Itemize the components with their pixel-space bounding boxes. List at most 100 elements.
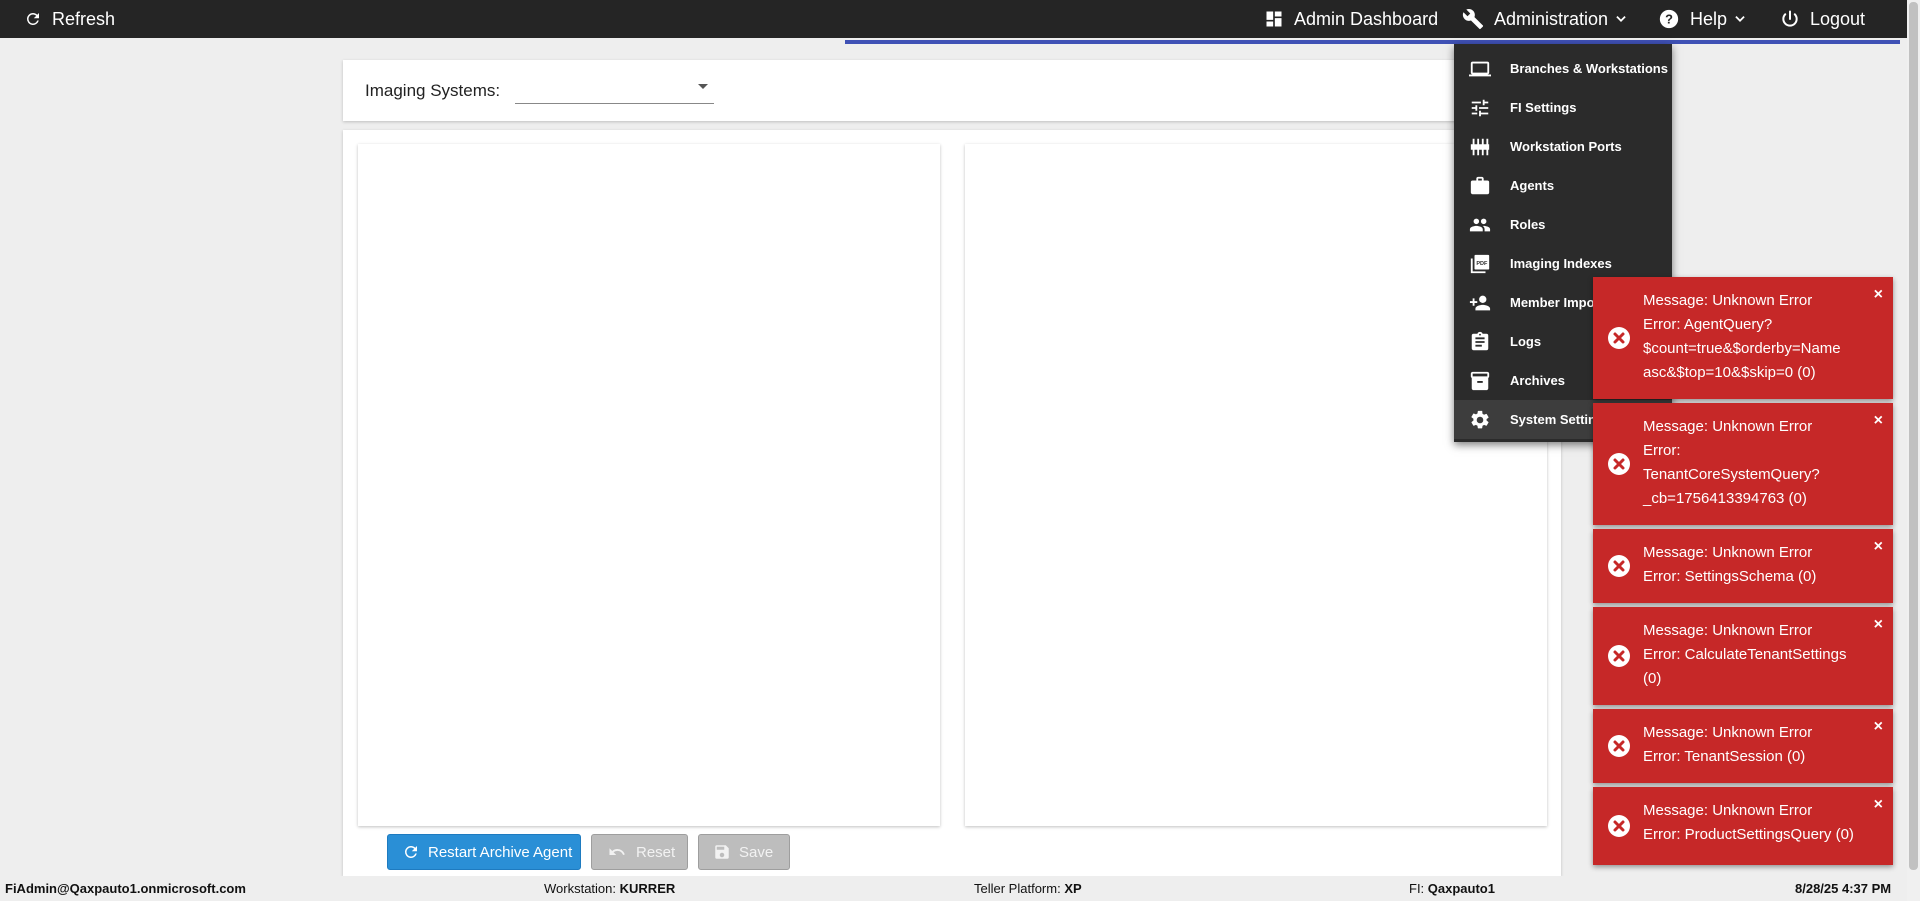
close-icon[interactable]: × — [1874, 719, 1883, 735]
toast-message: Message: Unknown Error Error: AgentQuery… — [1643, 292, 1841, 381]
imaging-systems-card: Imaging Systems: — [343, 60, 1561, 121]
menu-item-label: Workstation Ports — [1510, 139, 1622, 154]
error-icon — [1608, 327, 1630, 349]
error-toast: Message: Unknown Error Error: CalculateT… — [1593, 607, 1893, 705]
save-button[interactable]: Save — [698, 834, 790, 870]
toast-message: Message: Unknown Error Error: CalculateT… — [1643, 622, 1847, 687]
left-settings-panel — [358, 144, 940, 826]
administration-menu-button[interactable]: Administration — [1462, 0, 1628, 38]
refresh-label: Refresh — [52, 8, 116, 29]
dashboard-icon — [1266, 11, 1282, 27]
datetime-value: 8/28/25 4:37 PM — [1795, 881, 1892, 896]
error-toast: Message: Unknown Error Error: TenantCore… — [1593, 403, 1893, 525]
administration-label: Administration — [1494, 8, 1609, 29]
wrench-icon — [1462, 9, 1484, 30]
vertical-scrollbar[interactable] — [1907, 0, 1920, 901]
ports-icon — [1468, 135, 1492, 159]
undo-icon — [609, 848, 625, 855]
power-icon — [1782, 10, 1798, 27]
status-user: FiAdmin@Qaxpauto1.onmicrosoft.com — [5, 881, 246, 896]
help-icon: ? — [1659, 9, 1679, 29]
menu-item-agents[interactable]: Agents — [1454, 166, 1672, 205]
archive-icon — [1468, 369, 1492, 393]
close-icon[interactable]: × — [1874, 797, 1883, 813]
people-icon — [1468, 213, 1492, 237]
menu-item-label: Agents — [1510, 178, 1555, 193]
status-workstation: Workstation: KURRER — [544, 881, 675, 896]
status-datetime: 8/28/25 4:37 PM — [1795, 881, 1891, 896]
error-toast: Message: Unknown Error Error: SettingsSc… — [1593, 529, 1893, 603]
status-bar: FiAdmin@Qaxpauto1.onmicrosoft.com Workst… — [0, 876, 1920, 901]
error-icon — [1608, 555, 1630, 577]
tune-icon — [1468, 96, 1492, 120]
menu-item-label: Imaging Indexes — [1510, 256, 1612, 271]
menu-item-label: Archives — [1510, 373, 1565, 388]
user-email: FiAdmin@Qaxpauto1.onmicrosoft.com — [5, 881, 246, 896]
refresh-button[interactable]: Refresh — [24, 0, 115, 38]
menu-item-label: FI Settings — [1510, 100, 1577, 115]
restart-archive-agent-button[interactable]: Restart Archive Agent — [387, 834, 581, 870]
help-label: Help — [1690, 8, 1728, 29]
menu-item-fi-settings[interactable]: FI Settings — [1454, 88, 1672, 127]
error-icon — [1608, 453, 1630, 475]
reset-button[interactable]: Reset — [591, 834, 688, 870]
laptop-icon — [1468, 57, 1492, 81]
chevron-down-icon — [1616, 16, 1626, 22]
admin-dashboard-label: Admin Dashboard — [1294, 8, 1439, 29]
error-icon — [1608, 735, 1630, 757]
menu-item-label: Member Import — [1510, 295, 1604, 310]
clipboard-icon — [1468, 330, 1492, 354]
menu-item-label: Branches & Workstations — [1510, 61, 1668, 76]
error-icon — [1608, 645, 1630, 667]
svg-text:?: ? — [1665, 12, 1673, 27]
gear-icon — [1468, 408, 1492, 432]
refresh-icon — [26, 12, 39, 25]
toast-message: Message: Unknown Error Error: TenantSess… — [1643, 724, 1813, 765]
pdf-icon: PDF — [1468, 252, 1492, 276]
imaging-systems-select[interactable] — [515, 76, 714, 104]
menu-item-roles[interactable]: Roles — [1454, 205, 1672, 244]
close-icon[interactable]: × — [1874, 287, 1883, 303]
workstation-value: KURRER — [619, 881, 676, 896]
menu-item-branches-workstations[interactable]: Branches & Workstations — [1454, 49, 1672, 88]
error-toast: Message: Unknown Error Error: ProductSet… — [1593, 787, 1893, 865]
logout-button[interactable]: Logout — [1780, 0, 1865, 38]
error-toast: Message: Unknown Error Error: AgentQuery… — [1593, 277, 1893, 399]
save-icon — [715, 845, 729, 859]
close-icon[interactable]: × — [1874, 413, 1883, 429]
teller-label: Teller Platform: — [974, 881, 1061, 896]
briefcase-icon — [1468, 174, 1492, 198]
fi-value: Qaxpauto1 — [1427, 881, 1495, 896]
error-toast: Message: Unknown Error Error: TenantSess… — [1593, 709, 1893, 783]
status-fi: FI: Qaxpauto1 — [1409, 881, 1495, 896]
help-menu-button[interactable]: ? Help — [1658, 0, 1747, 38]
logout-label: Logout — [1810, 8, 1866, 29]
imaging-systems-label: Imaging Systems: — [365, 81, 501, 100]
scrollbar-thumb[interactable] — [1909, 2, 1918, 870]
admin-dashboard-link[interactable]: Admin Dashboard — [1264, 0, 1438, 38]
archive-settings-card: Restart Archive Agent Reset Save — [343, 130, 1561, 876]
close-icon[interactable]: × — [1874, 539, 1883, 555]
menu-item-label: Logs — [1510, 334, 1542, 349]
svg-text:PDF: PDF — [1476, 260, 1488, 266]
save-label: Save — [739, 843, 774, 861]
toast-message: Message: Unknown Error Error: SettingsSc… — [1643, 544, 1817, 585]
restart-label: Restart Archive Agent — [428, 843, 573, 861]
reset-label: Reset — [636, 843, 676, 861]
status-teller-platform: Teller Platform: XP — [974, 881, 1082, 896]
teller-value: XP — [1064, 881, 1082, 896]
caret-down-icon — [698, 84, 708, 89]
toast-message: Message: Unknown Error Error: ProductSet… — [1643, 802, 1854, 843]
menu-item-label: Roles — [1510, 217, 1546, 232]
toast-message: Message: Unknown Error Error: TenantCore… — [1643, 418, 1820, 507]
refresh-icon — [404, 846, 417, 858]
loading-progress-bar — [845, 40, 1900, 44]
fi-label: FI: — [1409, 881, 1425, 896]
person-add-icon — [1468, 291, 1492, 315]
menu-item-workstation-ports[interactable]: Workstation Ports — [1454, 127, 1672, 166]
chevron-down-icon — [1735, 16, 1745, 22]
top-navigation-bar: Refresh Admin Dashboard Administration ?… — [0, 0, 1920, 38]
error-icon — [1608, 815, 1630, 837]
close-icon[interactable]: × — [1874, 617, 1883, 633]
workstation-label: Workstation: — [544, 881, 617, 896]
